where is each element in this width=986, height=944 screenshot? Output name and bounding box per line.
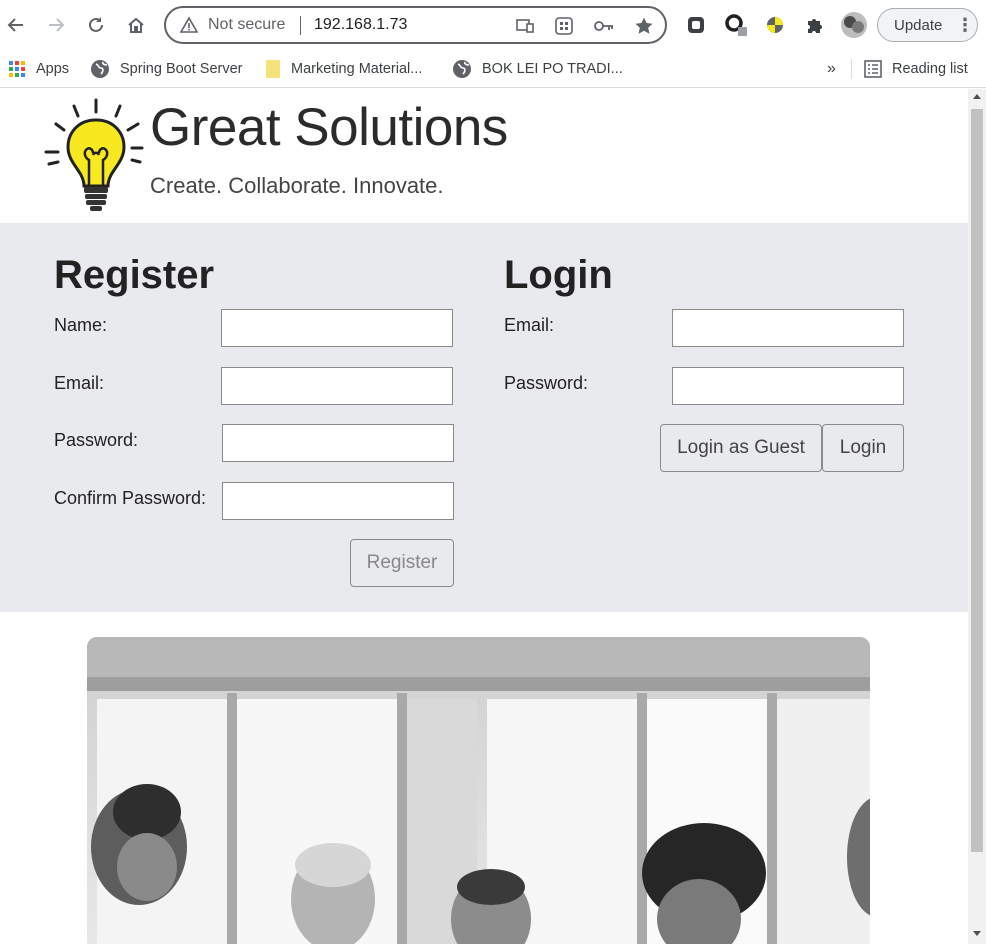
register-email-input[interactable] xyxy=(221,367,453,405)
update-label: Update xyxy=(894,17,943,34)
login-password-label: Password: xyxy=(504,373,589,393)
login-email-input[interactable] xyxy=(672,309,904,347)
register-confirm-label: Confirm Password: xyxy=(54,488,207,508)
extension-color-icon[interactable] xyxy=(763,13,787,37)
reading-list-button[interactable]: Reading list xyxy=(864,58,968,80)
page-scrollbar[interactable] xyxy=(968,89,986,944)
browser-toolbar: Not secure 192.168.1.73 Update ⋮ xyxy=(0,0,986,50)
bookmark-apps[interactable]: Apps xyxy=(8,58,69,80)
login-button[interactable]: Login xyxy=(822,424,904,472)
profile-avatar-icon[interactable] xyxy=(840,11,868,39)
address-bar[interactable]: Not secure 192.168.1.73 xyxy=(164,6,667,44)
register-name-label: Name: xyxy=(54,315,108,335)
login-password-input[interactable] xyxy=(672,367,904,405)
auth-panel: Register Name: Email: Password: Confirm … xyxy=(0,223,968,612)
back-arrow-icon[interactable] xyxy=(4,13,28,37)
bookmark-label: Marketing Material... xyxy=(291,61,423,77)
register-password-input[interactable] xyxy=(222,424,454,462)
login-heading: Login xyxy=(504,253,613,297)
warning-icon[interactable] xyxy=(179,16,199,39)
register-password-label: Password: xyxy=(54,430,139,450)
register-name-input[interactable] xyxy=(221,309,453,347)
bookmark-label: BOK LEI PO TRADI... xyxy=(482,61,623,77)
register-heading: Register xyxy=(54,253,215,297)
bookmark-bok-lei-po[interactable]: BOK LEI PO TRADI... xyxy=(452,58,623,80)
scroll-down-arrow-icon[interactable] xyxy=(973,931,981,936)
register-confirm-input[interactable] xyxy=(222,482,454,520)
bookmarks-divider xyxy=(851,59,852,79)
extension-google-icon[interactable] xyxy=(684,13,708,37)
folder-note-icon xyxy=(265,59,281,79)
security-status[interactable]: Not secure xyxy=(208,16,285,34)
scroll-up-arrow-icon[interactable] xyxy=(973,94,981,99)
cast-icon[interactable] xyxy=(514,15,536,37)
site-header: Great Solutions Create. Collaborate. Inn… xyxy=(0,89,968,222)
reload-icon[interactable] xyxy=(84,13,108,37)
key-icon[interactable] xyxy=(593,15,615,37)
site-title: Great Solutions xyxy=(150,98,508,157)
bookmark-label: Spring Boot Server xyxy=(120,61,243,77)
register-button[interactable]: Register xyxy=(350,539,454,587)
forward-arrow-icon[interactable] xyxy=(44,13,68,37)
scrollbar-thumb[interactable] xyxy=(971,109,983,852)
update-button[interactable]: Update ⋮ xyxy=(877,8,978,42)
apps-grid-icon xyxy=(8,60,26,78)
extension-ring-icon[interactable] xyxy=(724,13,748,37)
site-tagline: Create. Collaborate. Innovate. xyxy=(150,173,444,198)
bookmark-marketing[interactable]: Marketing Material... xyxy=(265,58,422,80)
bookmark-star-icon[interactable] xyxy=(633,15,655,37)
page-viewport: Great Solutions Create. Collaborate. Inn… xyxy=(0,89,968,944)
register-email-label: Email: xyxy=(54,373,105,393)
url-text[interactable]: 192.168.1.73 xyxy=(314,16,407,34)
hero-team-photo xyxy=(87,637,870,944)
globe-icon xyxy=(452,59,472,79)
extensions-puzzle-icon[interactable] xyxy=(803,13,827,37)
lightbulb-logo-icon xyxy=(44,98,144,219)
bookmark-spring-boot[interactable]: Spring Boot Server xyxy=(90,58,243,80)
reading-list-label: Reading list xyxy=(892,61,968,77)
login-as-guest-button[interactable]: Login as Guest xyxy=(660,424,822,472)
more-menu-icon[interactable]: ⋮ xyxy=(956,16,974,34)
login-email-label: Email: xyxy=(504,315,555,335)
reading-list-icon xyxy=(864,60,882,78)
home-icon[interactable] xyxy=(124,13,148,37)
qr-code-icon[interactable] xyxy=(553,15,575,37)
bookmarks-bar: Apps Spring Boot Server Marketing Materi… xyxy=(0,50,986,88)
address-divider xyxy=(300,16,301,35)
globe-icon xyxy=(90,59,110,79)
bookmark-label: Apps xyxy=(36,61,70,77)
bookmarks-overflow-button[interactable]: » xyxy=(827,58,836,80)
